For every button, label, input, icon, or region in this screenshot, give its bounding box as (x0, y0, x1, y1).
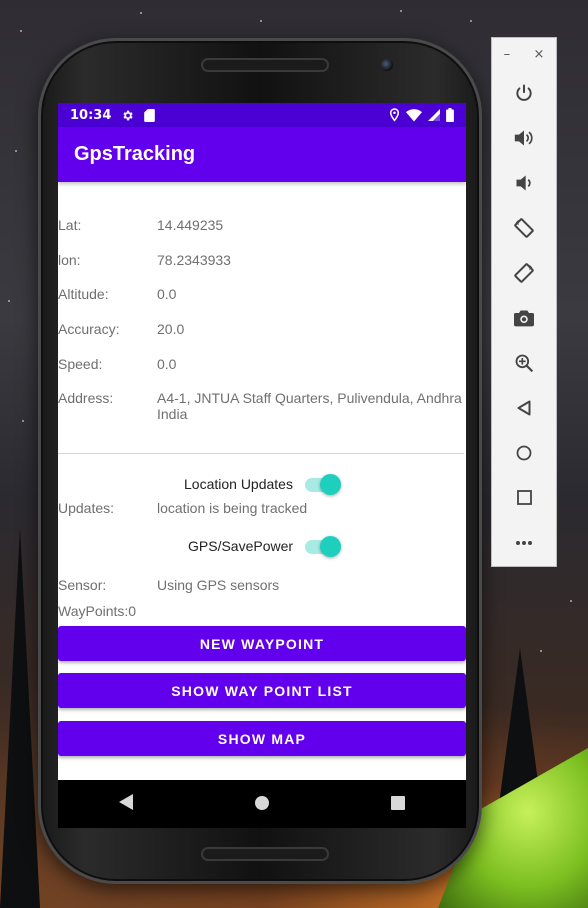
new-waypoint-button[interactable]: NEW WAYPOINT (58, 626, 466, 661)
overview-icon[interactable] (492, 475, 556, 520)
switch-thumb (320, 536, 342, 557)
show-map-button[interactable]: SHOW MAP (58, 721, 466, 756)
volume-up-icon[interactable] (492, 115, 556, 160)
altitude-value: 0.0 (157, 286, 177, 302)
status-time: 10:34 (70, 107, 112, 123)
lat-value: 14.449235 (157, 217, 224, 233)
status-bar: 10:34 (58, 103, 466, 127)
nav-home-icon[interactable] (255, 795, 269, 814)
sensor-value: Using GPS sensors (157, 577, 280, 593)
updates-label: Updates: (58, 500, 115, 516)
address-value: A4-1, JNTUA Staff Quarters, Pulivendula,… (157, 390, 466, 422)
address-label: Address: (58, 390, 114, 406)
show-waypoint-list-button[interactable]: SHOW WAY POINT LIST (58, 673, 466, 708)
rotate-right-icon[interactable] (492, 250, 556, 295)
nav-back-icon[interactable] (119, 794, 133, 814)
location-pin-icon (389, 108, 400, 122)
battery-icon (446, 108, 454, 122)
sd-card-icon (144, 108, 156, 122)
accuracy-value: 20.0 (157, 321, 185, 337)
emulator-control-panel: – × (491, 37, 557, 567)
updates-value: location is being tracked (157, 500, 308, 516)
more-icon[interactable] (492, 520, 556, 565)
lon-value: 78.2343933 (157, 252, 231, 268)
tree-silhouette (0, 528, 40, 908)
location-updates-label: Location Updates (184, 476, 293, 492)
camera-icon[interactable] (492, 295, 556, 340)
gear-icon (121, 109, 134, 122)
speed-value: 0.0 (157, 356, 177, 372)
top-speaker (201, 58, 329, 72)
app-title: GpsTracking (74, 143, 196, 165)
android-nav-bar (58, 780, 466, 828)
gps-savepower-toggle-row: GPS/SavePower (188, 536, 342, 557)
signal-icon (428, 109, 440, 121)
back-icon[interactable] (492, 385, 556, 430)
wifi-icon (406, 108, 422, 122)
bottom-speaker (201, 847, 329, 861)
sensor-label: Sensor: (58, 577, 107, 593)
volume-down-icon[interactable] (492, 160, 556, 205)
location-updates-toggle-row: Location Updates (184, 474, 341, 495)
nav-overview-icon[interactable] (391, 795, 405, 814)
app-screen: 10:34 GpsTracking Lat: 14.449235 lon: 78… (58, 103, 466, 827)
location-updates-switch[interactable] (303, 474, 341, 495)
power-icon[interactable] (492, 70, 556, 115)
panel-window-controls: – × (492, 38, 556, 70)
accuracy-label: Accuracy: (58, 321, 120, 337)
lat-label: Lat: (58, 217, 82, 233)
switch-thumb (319, 474, 341, 495)
waypoints-count: WayPoints:0 (58, 603, 137, 619)
speed-label: Speed: (58, 356, 103, 372)
rotate-left-icon[interactable] (492, 205, 556, 250)
home-icon[interactable] (492, 430, 556, 475)
gps-savepower-label: GPS/SavePower (188, 538, 294, 554)
zoom-icon[interactable] (492, 340, 556, 385)
app-title-bar: GpsTracking (58, 127, 466, 182)
minimize-button[interactable]: – (504, 47, 511, 62)
close-button[interactable]: × (533, 47, 544, 62)
section-divider (58, 453, 464, 454)
altitude-label: Altitude: (58, 286, 109, 302)
gps-savepower-switch[interactable] (303, 536, 342, 557)
lon-label: lon: (58, 252, 81, 268)
front-camera (381, 59, 393, 71)
